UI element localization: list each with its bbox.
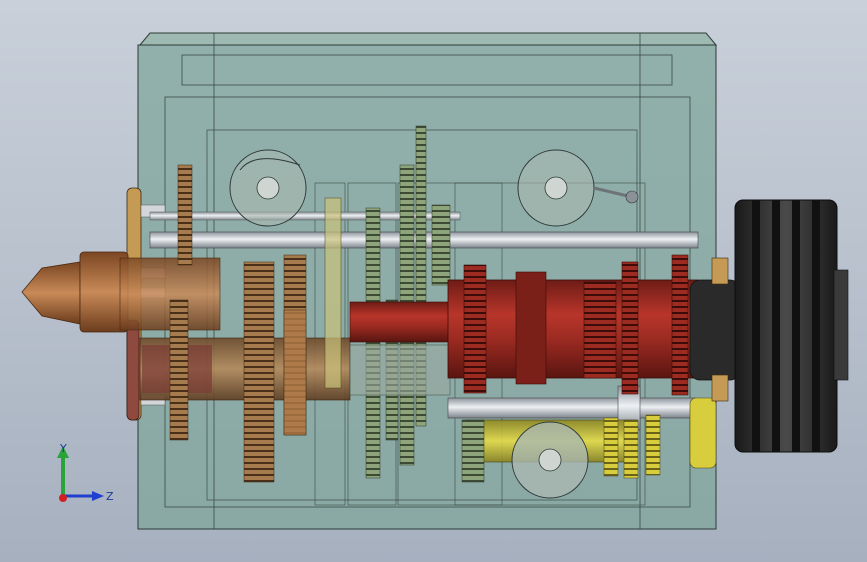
y-axis-label: Y xyxy=(59,442,67,455)
shift-cam-upper-left[interactable] xyxy=(229,149,307,227)
cad-viewport[interactable]: Y Z xyxy=(0,0,867,562)
orientation-triad: Y Z xyxy=(50,440,120,510)
v-belt-pulley[interactable] xyxy=(734,199,849,453)
z-axis-label: Z xyxy=(106,490,114,503)
shift-cam-lower[interactable] xyxy=(511,421,589,499)
gearbox-assembly-model[interactable] xyxy=(0,0,867,562)
x-axis-dot xyxy=(59,494,67,502)
